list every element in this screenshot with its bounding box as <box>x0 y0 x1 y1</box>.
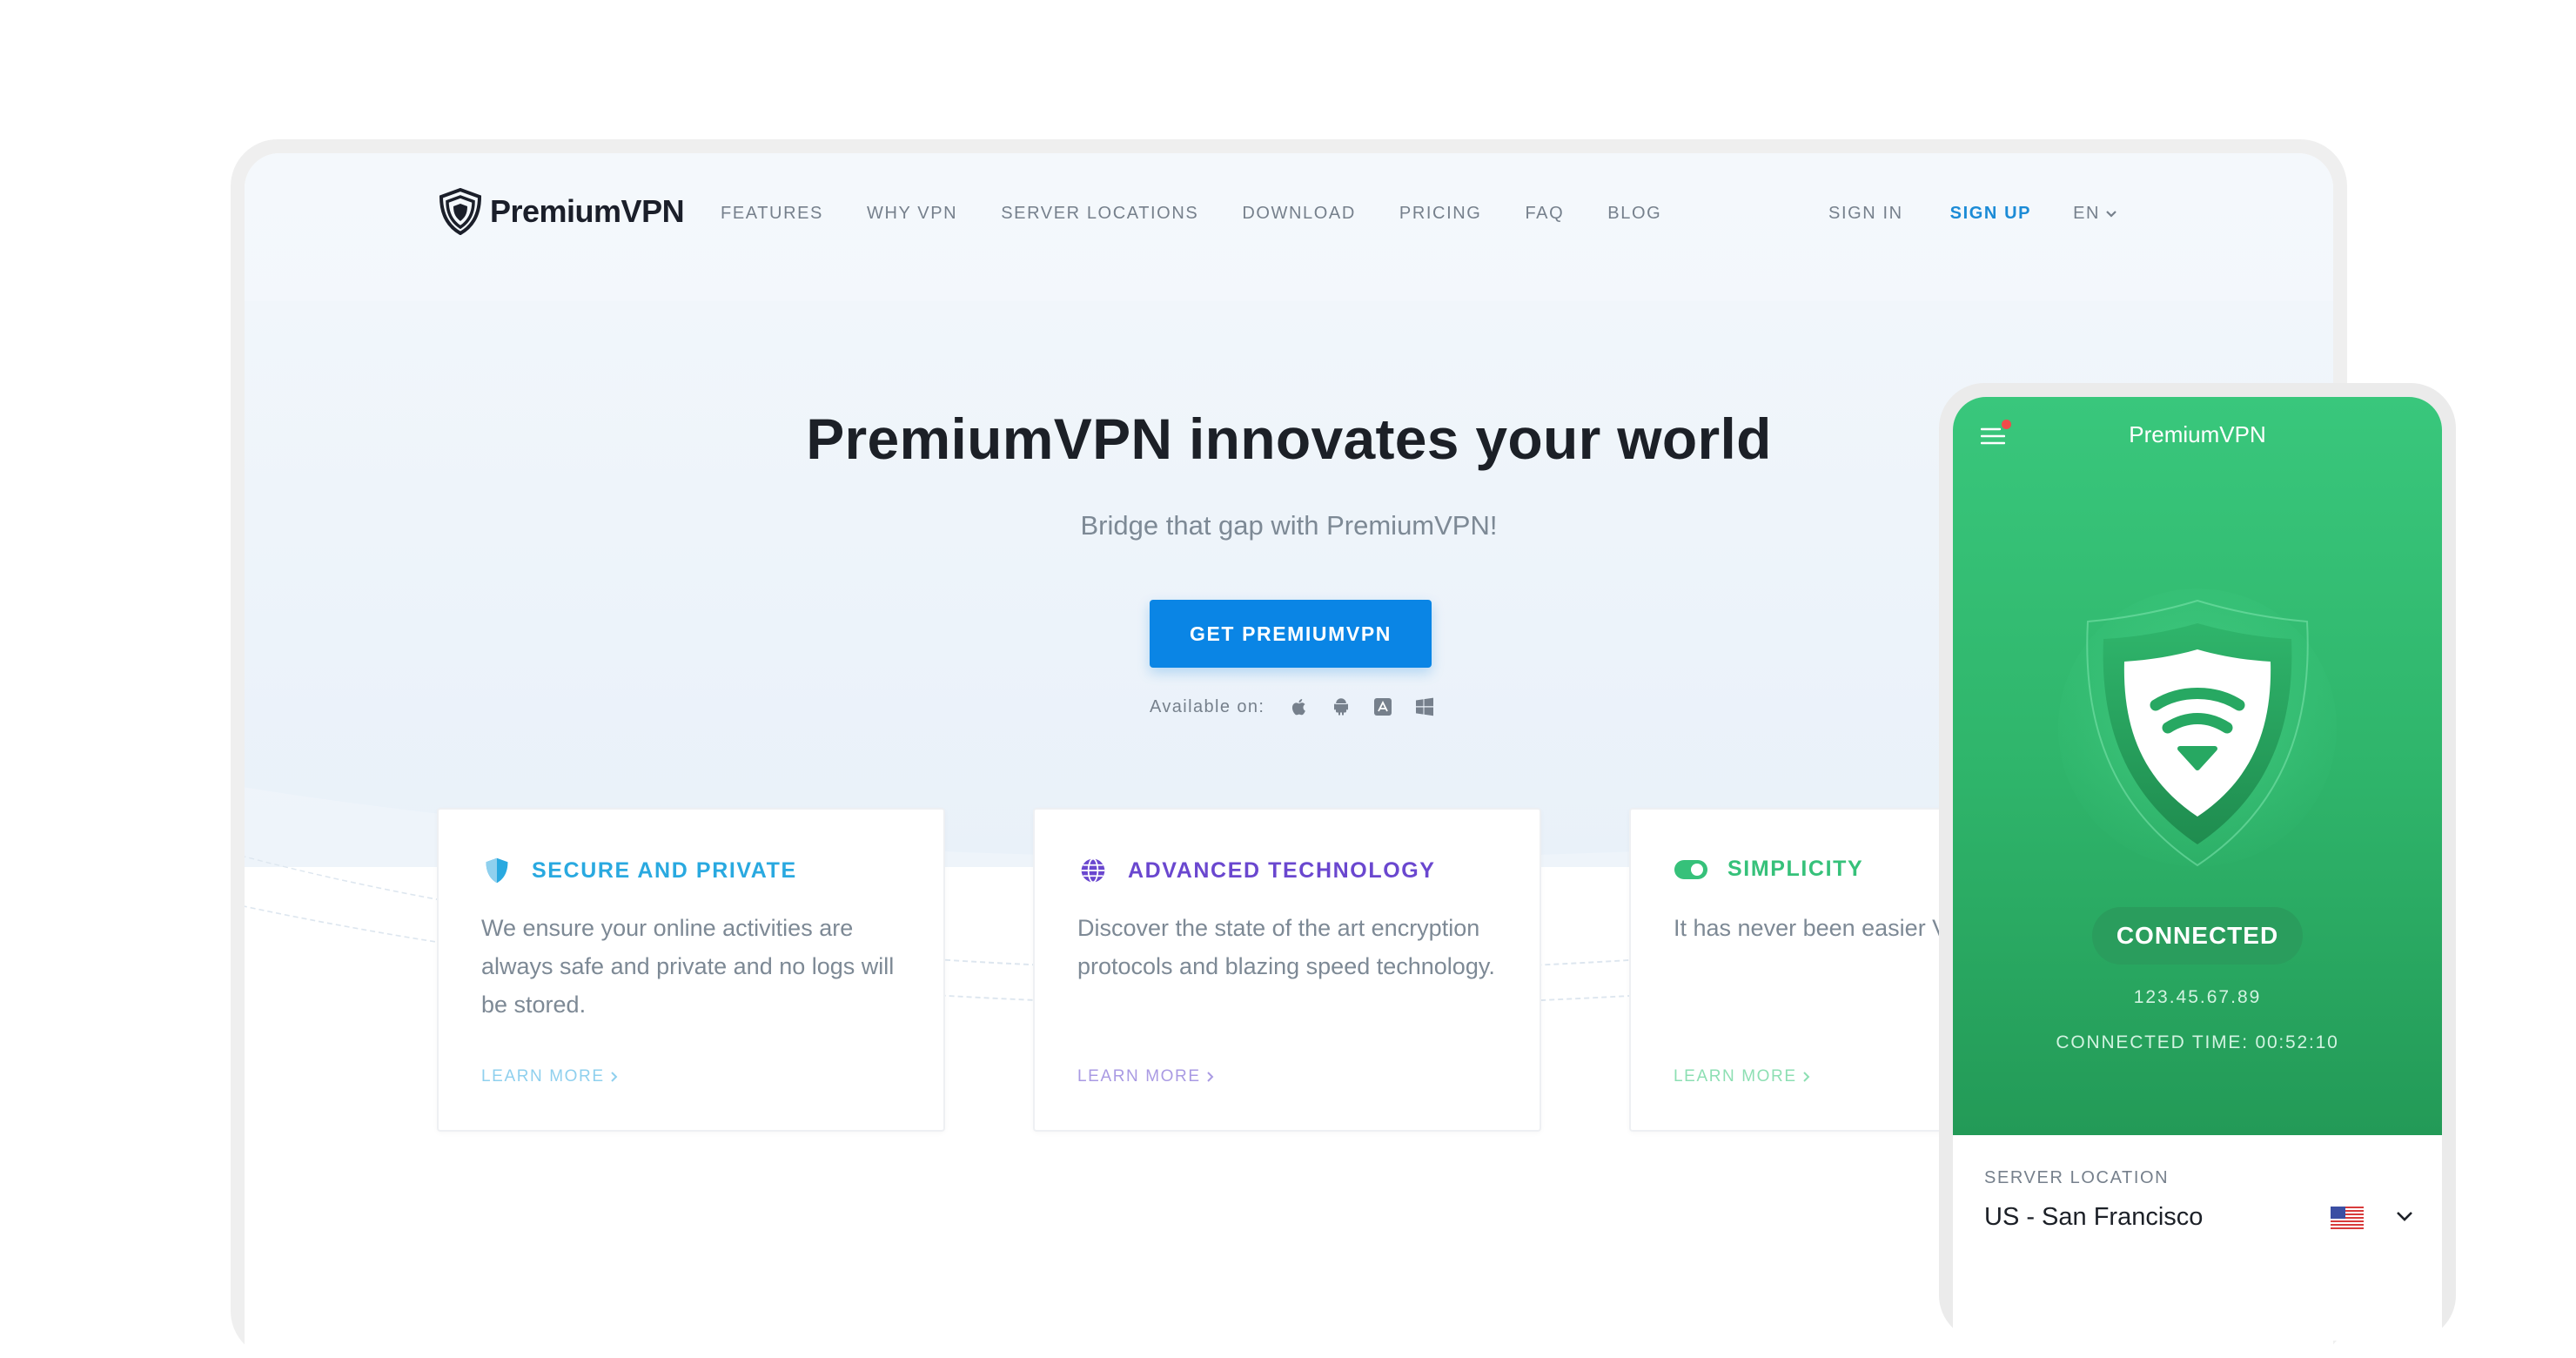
nav-link-features[interactable]: FEATURES <box>721 204 823 224</box>
feature-description: We ensure your online activities are alw… <box>481 915 895 1018</box>
nav-link-server-locations[interactable]: SERVER LOCATIONS <box>1001 204 1198 224</box>
ip-address: 123.45.67.89 <box>2133 987 2262 1007</box>
nav-link-blog[interactable]: BLOG <box>1607 204 1661 224</box>
get-premiumvpn-button[interactable]: GET PREMIUMVPN <box>1150 600 1432 668</box>
chevron-right-icon <box>610 1072 618 1082</box>
windows-icon[interactable] <box>1414 696 1435 717</box>
phone-screen: PremiumVPN CONNECTED 123.45.67.89 CONNEC… <box>1953 397 2442 1341</box>
learn-more-label: LEARN MORE <box>481 1067 605 1086</box>
nav-link-download[interactable]: DOWNLOAD <box>1242 204 1356 224</box>
chevron-down-icon <box>2106 210 2116 218</box>
language-label: EN <box>2073 204 2101 223</box>
language-selector[interactable]: EN <box>2073 204 2117 224</box>
feature-card-secure: SECURE AND PRIVATE We ensure your online… <box>437 808 945 1132</box>
server-location-label: SERVER LOCATION <box>1984 1168 2170 1187</box>
available-platforms: Available on: <box>1150 696 1435 717</box>
nav-link-pricing[interactable]: PRICING <box>1399 204 1482 224</box>
server-location-value[interactable]: US - San Francisco <box>1984 1203 2203 1232</box>
available-label: Available on: <box>1150 696 1265 716</box>
connection-status-badge[interactable]: CONNECTED <box>2092 907 2303 965</box>
connection-shield[interactable] <box>1953 588 2442 876</box>
feature-title: SECURE AND PRIVATE <box>532 857 797 883</box>
app-title: PremiumVPN <box>2129 421 2266 447</box>
nav-link-faq[interactable]: FAQ <box>1525 204 1564 224</box>
learn-more-link[interactable]: LEARN MORE <box>1077 1067 1214 1086</box>
learn-more-link[interactable]: LEARN MORE <box>481 1067 618 1086</box>
chevron-down-icon[interactable] <box>2395 1210 2414 1222</box>
feature-title: ADVANCED TECHNOLOGY <box>1128 857 1436 883</box>
brand-logo[interactable]: PremiumVPN <box>438 188 685 235</box>
chevron-right-icon <box>1206 1072 1214 1082</box>
phone-frame: PremiumVPN CONNECTED 123.45.67.89 CONNEC… <box>1939 383 2456 1341</box>
nav-account: SIGN IN SIGN UP EN <box>1828 204 2117 224</box>
feature-card-technology: ADVANCED TECHNOLOGY Discover the state o… <box>1033 808 1541 1132</box>
sign-up-link[interactable]: SIGN UP <box>1950 204 2031 224</box>
learn-more-label: LEARN MORE <box>1077 1067 1201 1086</box>
learn-more-label: LEARN MORE <box>1674 1067 1797 1086</box>
brand-name: PremiumVPN <box>490 193 685 229</box>
learn-more-link[interactable]: LEARN MORE <box>1674 1067 1810 1086</box>
apple-icon[interactable] <box>1289 696 1310 717</box>
connected-time: CONNECTED TIME: 00:52:10 <box>2056 1032 2339 1052</box>
android-icon[interactable] <box>1331 696 1352 717</box>
feature-title: SIMPLICITY <box>1727 857 1864 881</box>
connection-panel: PremiumVPN CONNECTED 123.45.67.89 CONNEC… <box>1953 397 2442 1135</box>
sign-in-link[interactable]: SIGN IN <box>1828 204 1903 224</box>
chevron-right-icon <box>1802 1072 1810 1082</box>
shield-icon <box>486 857 508 884</box>
us-flag-icon <box>2331 1207 2364 1229</box>
nav-link-why-vpn[interactable]: WHY VPN <box>867 204 957 224</box>
vpn-shield-icon <box>2058 588 2337 867</box>
toggle-icon <box>1674 859 1707 879</box>
globe-icon <box>1081 857 1105 884</box>
top-navigation: PremiumVPN FEATURES WHY VPN SERVER LOCAT… <box>245 153 2333 258</box>
feature-description: Discover the state of the art encryption… <box>1077 915 1495 979</box>
shield-logo-icon <box>439 188 482 235</box>
nav-links: FEATURES WHY VPN SERVER LOCATIONS DOWNLO… <box>721 204 1661 224</box>
app-store-icon[interactable] <box>1372 696 1393 717</box>
